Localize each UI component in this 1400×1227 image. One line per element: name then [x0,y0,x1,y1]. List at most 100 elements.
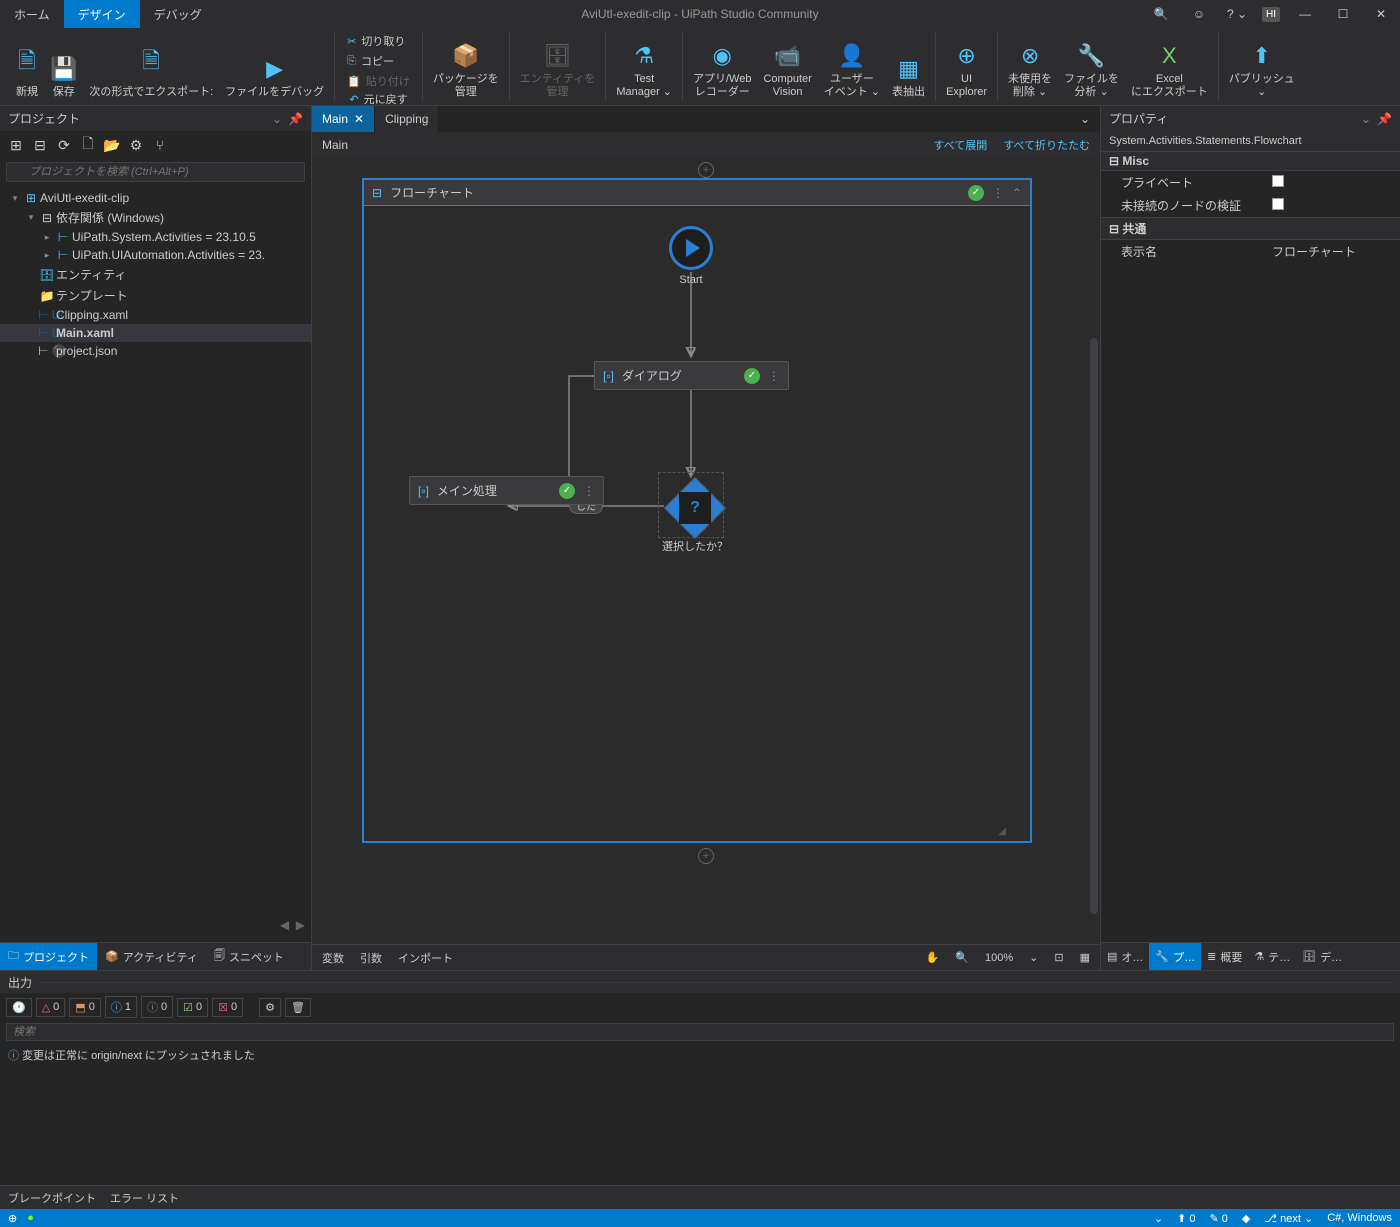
variables-tab[interactable]: 変数 [322,950,344,966]
start-node[interactable]: Start [669,226,713,286]
tree-file-main[interactable]: ⊢ UiMain.xaml [0,324,311,342]
prop-section-misc[interactable]: ⊟ Misc [1101,151,1400,171]
rtab-outline[interactable]: ▤ オ… [1101,943,1149,970]
maximize-icon[interactable]: ☐ [1324,0,1362,28]
menu-debug[interactable]: デバッグ [140,0,216,28]
status-upload[interactable]: ⬆ 0 [1177,1212,1195,1225]
analyze-file-button[interactable]: 🔧ファイルを 分析 ⌄ [1058,32,1125,101]
flowchart-collapse-icon[interactable]: ⌃ [1012,186,1022,200]
flowchart-menu-icon[interactable]: ⋮ [992,186,1004,200]
user-badge[interactable]: HI [1262,7,1280,22]
tab-error-list[interactable]: エラー リスト [110,1190,179,1206]
zoom-dropdown-icon[interactable]: ⌄ [1029,951,1038,964]
filter-info[interactable]: ⓘ1 [105,996,137,1018]
output-clear-icon[interactable]: 🗑 [285,998,311,1017]
tree-file-project-json[interactable]: ⊢ ⚫project.json [0,342,311,360]
filter-trace[interactable]: ⓘ0 [141,996,173,1018]
pan-icon[interactable]: ✋ [926,951,940,964]
menu-design[interactable]: デザイン [64,0,140,28]
remove-unused-button[interactable]: ⊗未使用を 削除 ⌄ [1002,32,1058,101]
collapse-all-link[interactable]: すべて折りたたむ [1003,137,1090,153]
decision-node[interactable]: ? 選択したか？ [662,478,728,554]
tree-dependencies[interactable]: ▾⊟依存関係 (Windows) [0,207,311,228]
expand-icon[interactable]: ⊞ [6,135,26,155]
output-search-input[interactable] [6,1023,1394,1041]
feedback-icon[interactable]: ☺ [1180,0,1218,28]
collapse-icon[interactable]: ⊟ [30,135,50,155]
pin-icon[interactable]: ⌄ [272,112,282,126]
filter-ok[interactable]: ☑0 [177,998,208,1017]
menu-home[interactable]: ホーム [0,0,64,28]
tree-root[interactable]: ▾⊞AviUtl-exedit-clip [0,189,311,207]
entity-manager-button[interactable]: 🗄エンティティを 管理 [514,32,602,101]
resize-grip-icon[interactable]: ◢ [998,826,1006,837]
export-as-button[interactable]: 🗎次の形式でエクスポート: [83,32,219,101]
canvas-scrollbar[interactable] [1090,338,1098,914]
package-manager-button[interactable]: 📦パッケージを 管理 [427,32,505,101]
refresh-icon[interactable]: ⟳ [54,135,74,155]
fit-icon[interactable]: ⊡ [1054,951,1063,964]
filter-error[interactable]: △0 [36,998,66,1017]
open-folder-icon[interactable]: 📂 [102,135,122,155]
tree-entities[interactable]: 🗄エンティティ [0,264,311,285]
tree-dep2[interactable]: ▸⊢UiPath.UIAutomation.Activities = 23. [0,246,311,264]
doc-tab-clipping[interactable]: Clipping [375,106,439,132]
rtab-data[interactable]: 🗄 デ… [1296,943,1348,970]
status-plus-icon[interactable]: ⊕ [8,1212,17,1225]
tab-activities[interactable]: 📦アクティビティ [97,943,206,970]
zoom-icon[interactable]: 🔍 [955,951,969,964]
prop-section-common[interactable]: ⊟ 共通 [1101,217,1400,240]
prop-private[interactable]: プライベート [1101,171,1400,194]
filter-time[interactable]: 🕐 [6,998,32,1017]
pinned-icon[interactable]: 📌 [1377,112,1392,126]
tab-project[interactable]: 🗀プロジェクト [0,943,97,970]
save-button[interactable]: 💾保存 [44,32,83,101]
prop-display-name[interactable]: 表示名フローチャート [1101,240,1400,263]
doc-tabs-dropdown[interactable]: ⌄ [1070,106,1100,132]
excel-export-button[interactable]: XExcel にエクスポート [1125,32,1214,101]
minimize-icon[interactable]: — [1286,0,1324,28]
rtab-overview[interactable]: ≣ 概要 [1201,943,1248,970]
arguments-tab[interactable]: 引数 [360,950,382,966]
tree-file-clipping[interactable]: ⊢ UiClipping.xaml [0,306,311,324]
breadcrumb[interactable]: Main [322,138,348,152]
new-button[interactable]: 🗎新規 [10,32,44,101]
publish-button[interactable]: ⬆パブリッシュ ⌄ [1223,32,1301,101]
add-bottom-icon[interactable]: + [698,848,714,864]
paste-button[interactable]: 📋貼り付け [345,72,412,90]
status-edit[interactable]: ✎ 0 [1210,1212,1228,1225]
help-icon[interactable]: ? ⌄ [1218,0,1256,28]
rtab-test[interactable]: ⚗ テ… [1248,943,1296,970]
app-web-recorder-button[interactable]: ◉アプリ/Web レコーダー [687,32,757,101]
tree-templates[interactable]: 📁テンプレート [0,285,311,306]
tab-snippets[interactable]: 🗐スニペット [206,943,292,970]
rtab-properties[interactable]: 🔧 プ… [1149,943,1201,970]
expand-all-link[interactable]: すべて展開 [933,137,987,153]
scroll-right-icon[interactable]: ▶ [296,918,305,942]
activity-menu-icon[interactable]: ⋮ [768,369,780,383]
status-branch[interactable]: ⎇ next ⌄ [1264,1212,1313,1225]
close-icon[interactable]: ✕ [1362,0,1400,28]
pinned-icon[interactable]: 📌 [288,112,303,126]
overview-icon[interactable]: ▦ [1080,951,1090,964]
flowchart-container[interactable]: ⊟ フローチャート ✓ ⋮ ⌃ した [362,178,1032,843]
filter-warn[interactable]: ⬒0 [69,998,101,1017]
prop-validate[interactable]: 未接続のノードの検証 [1101,194,1400,217]
cut-button[interactable]: ✂切り取り [345,32,412,50]
pin-icon[interactable]: ⌄ [1361,112,1371,126]
cv-button[interactable]: 📹Computer Vision [757,32,817,101]
scroll-left-icon[interactable]: ◀ [280,918,289,942]
filter-fail[interactable]: ☒0 [212,998,243,1017]
status-dropdown-icon[interactable]: ⌄ [1154,1212,1163,1225]
debug-file-button[interactable]: ▶ファイルをデバッグ [219,32,330,101]
ui-explorer-button[interactable]: ⊕UI Explorer [940,32,993,101]
settings-icon[interactable]: ⚙ [126,135,146,155]
status-sync-icon[interactable]: ◆ [1242,1212,1250,1225]
close-tab-icon[interactable]: ✕ [354,112,364,126]
main-proc-activity[interactable]: [▫] メイン処理 ✓ ⋮ [409,476,604,505]
activity-menu-icon[interactable]: ⋮ [583,484,595,498]
tree-dep1[interactable]: ▸⊢UiPath.System.Activities = 23.10.5 [0,228,311,246]
imports-tab[interactable]: インポート [398,950,453,966]
doc-tab-main[interactable]: Main✕ [312,106,375,132]
zoom-level[interactable]: 100% [985,952,1013,964]
